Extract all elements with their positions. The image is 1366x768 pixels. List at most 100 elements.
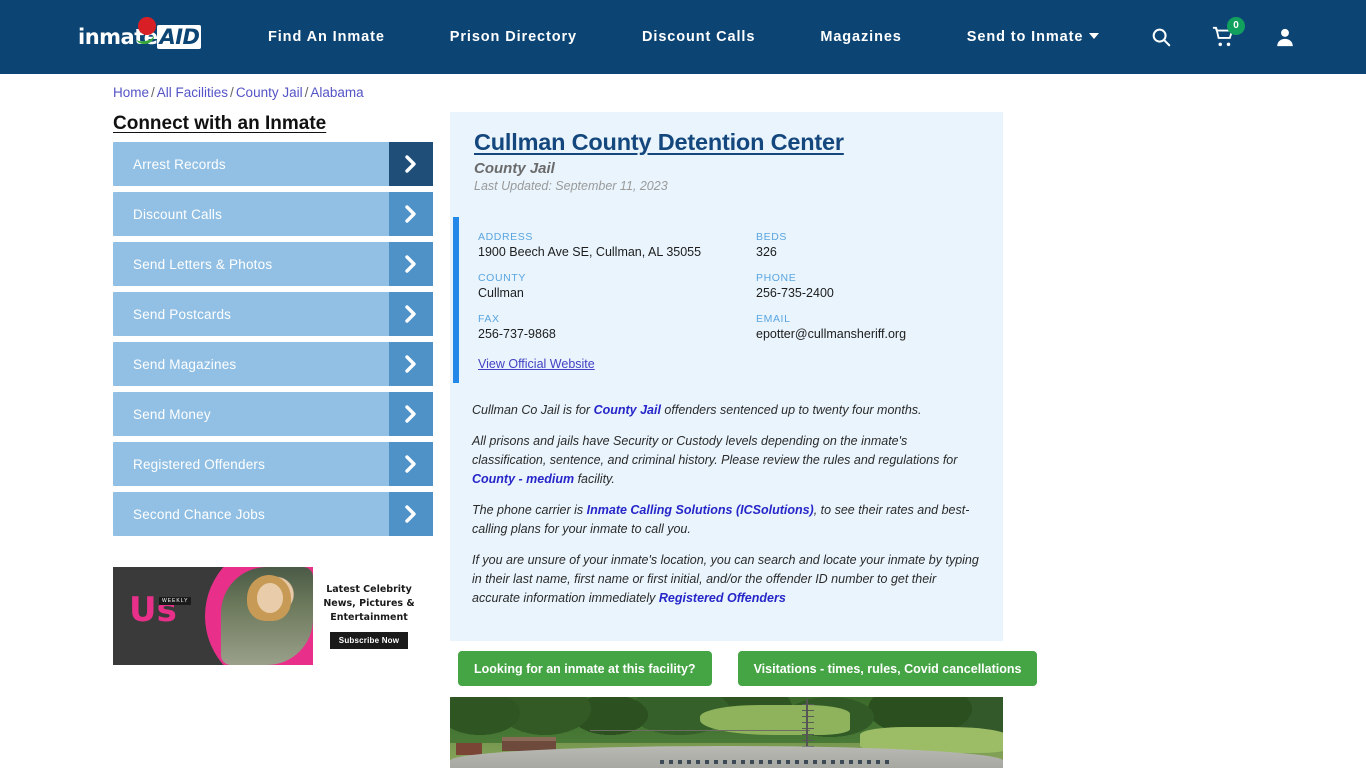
breadcrumb-separator: / [230,85,234,100]
chevron-right-icon [389,392,433,436]
top-navigation-bar: inmateAID Find An Inmate Prison Director… [0,0,1366,74]
photo-building-2 [456,743,482,755]
breadcrumb: Home / All Facilities / County Jail / Alabama [113,85,364,100]
info-value: 326 [756,245,777,260]
last-updated-text: Last Updated: September 11, 2023 [474,179,668,194]
link-county-medium[interactable]: County - medium [472,472,574,486]
nav-link-label: Magazines [820,29,902,45]
sidebar-item-send-letters-photos[interactable]: Send Letters & Photos [113,242,433,286]
nav-link-find-an-inmate[interactable]: Find An Inmate [268,29,385,45]
facility-type: County Jail [474,160,555,178]
nav-link-discount-calls[interactable]: Discount Calls [642,29,755,45]
info-label: COUNTY [478,272,526,285]
photo-power-line [590,730,810,731]
nav-link-label: Prison Directory [449,29,578,45]
description-paragraph-3: The phone carrier is Inmate Calling Solu… [472,501,979,539]
description-paragraph-1: Cullman Co Jail is for County Jail offen… [472,401,979,420]
photo-parking-lot [450,746,1003,768]
facility-description: Cullman Co Jail is for County Jail offen… [450,395,1003,608]
sidebar-item-arrest-records[interactable]: Arrest Records [113,142,433,186]
info-value: 256-737-9868 [478,327,556,342]
link-phone-carrier[interactable]: Inmate Calling Solutions (ICSolutions) [587,503,814,517]
nav-link-label: Find An Inmate [268,29,385,45]
ad-subscribe-button[interactable]: Subscribe Now [329,631,409,649]
info-label: EMAIL [756,313,791,326]
p1-text-a: Cullman Co Jail is for [472,403,594,418]
info-label: PHONE [756,272,797,285]
cart-icon[interactable]: 0 [1212,17,1245,48]
sidebar-item-registered-offenders[interactable]: Registered Offenders [113,442,433,486]
logo-text: inmateAID [78,21,202,53]
p2-text-b: facility. [574,472,615,487]
p3-text-a: The phone carrier is [472,503,587,518]
facility-detail-panel: Cullman County Detention Center County J… [450,112,1003,641]
link-registered-offenders[interactable]: Registered Offenders [659,591,786,605]
ad-copy-line-3: Entertainment [330,611,408,623]
chevron-right-icon [389,442,433,486]
chevron-right-icon [389,342,433,386]
facility-info-grid: ADDRESS 1900 Beech Ave SE, Cullman, AL 3… [478,231,979,341]
chevron-down-icon [1089,33,1100,39]
chevron-right-icon [389,242,433,286]
sidebar-item-send-postcards[interactable]: Send Postcards [113,292,433,336]
info-label: FAX [478,313,500,326]
info-field-county: COUNTY Cullman [478,272,756,300]
breadcrumb-item-home[interactable]: Home [113,85,149,100]
sidebar-heading: Connect with an Inmate [113,113,327,134]
sidebar-item-label: Registered Offenders [133,456,266,472]
breadcrumb-item-all-facilities[interactable]: All Facilities [157,85,228,100]
sidebar-item-discount-calls[interactable]: Discount Calls [113,192,433,236]
chevron-right-icon [389,192,433,236]
info-label: BEDS [756,231,787,244]
page-title: Cullman County Detention Center [474,129,844,155]
site-logo[interactable]: inmateAID [78,17,202,53]
nav-icon-group: 0 [1150,0,1296,74]
info-field-fax: FAX 256-737-9868 [478,313,756,341]
sidebar-menu: Arrest Records Discount Calls Send Lette… [113,142,433,542]
sidebar-item-label: Discount Calls [133,206,223,222]
breadcrumb-separator: / [304,85,309,100]
sidebar-item-label: Send Letters & Photos [133,256,273,272]
cart-count-badge: 0 [1227,17,1245,35]
facility-aerial-photo [450,697,1003,768]
info-field-beds: BEDS 326 [756,231,979,259]
info-value: Cullman [478,286,524,301]
nav-link-prison-directory[interactable]: Prison Directory [450,29,577,45]
ad-photo-image [221,567,313,665]
photo-parked-cars [660,760,890,764]
breadcrumb-item-county-jail[interactable]: County Jail [236,85,303,100]
search-icon[interactable] [1150,26,1172,48]
nav-link-send-to-inmate[interactable]: Send to Inmate [967,29,1100,45]
chevron-right-icon [389,142,433,186]
ad-copy-line-2: News, Pictures & [323,598,415,610]
ad-photo-face [257,583,283,613]
ad-artwork: Us WEEKLY [113,567,313,665]
p2-text-a: All prisons and jails have Security or C… [472,434,958,468]
info-field-email: EMAIL epotter@cullmansheriff.org [756,313,979,341]
sidebar-item-second-chance-jobs[interactable]: Second Chance Jobs [113,492,433,536]
ad-copy-line-1: Latest Celebrity [326,584,412,596]
sidebar-item-send-money[interactable]: Send Money [113,392,433,436]
action-button-row: Looking for an inmate at this facility? … [458,651,1038,686]
info-value: epotter@cullmansheriff.org [756,327,907,342]
user-icon[interactable] [1274,26,1296,48]
ad-copy-block: Latest Celebrity News, Pictures & Entert… [313,567,425,665]
breadcrumb-item-alabama[interactable]: Alabama [310,85,363,100]
nav-link-magazines[interactable]: Magazines [820,29,901,45]
sidebar-item-label: Send Magazines [133,356,237,372]
sidebar-item-send-magazines[interactable]: Send Magazines [113,342,433,386]
sidebar-item-label: Send Money [133,406,211,422]
sidebar-item-label: Second Chance Jobs [133,506,265,522]
visitations-button[interactable]: Visitations - times, rules, Covid cancel… [737,651,1038,686]
facility-info-block: ADDRESS 1900 Beech Ave SE, Cullman, AL 3… [450,217,1003,395]
chevron-right-icon [389,492,433,536]
logo-secondary-text: AID [157,25,202,49]
view-official-website-link[interactable]: View Official Website [478,357,595,371]
advertisement-banner[interactable]: Us WEEKLY Latest Celebrity News, Picture… [113,567,425,665]
link-county-jail[interactable]: County Jail [594,403,661,417]
inmate-search-button[interactable]: Looking for an inmate at this facility? [458,651,712,686]
photo-transmission-tower [802,699,814,747]
info-field-address: ADDRESS 1900 Beech Ave SE, Cullman, AL 3… [478,231,756,259]
nav-link-label: Discount Calls [642,29,756,45]
ad-brand-sublabel: WEEKLY [159,597,192,605]
